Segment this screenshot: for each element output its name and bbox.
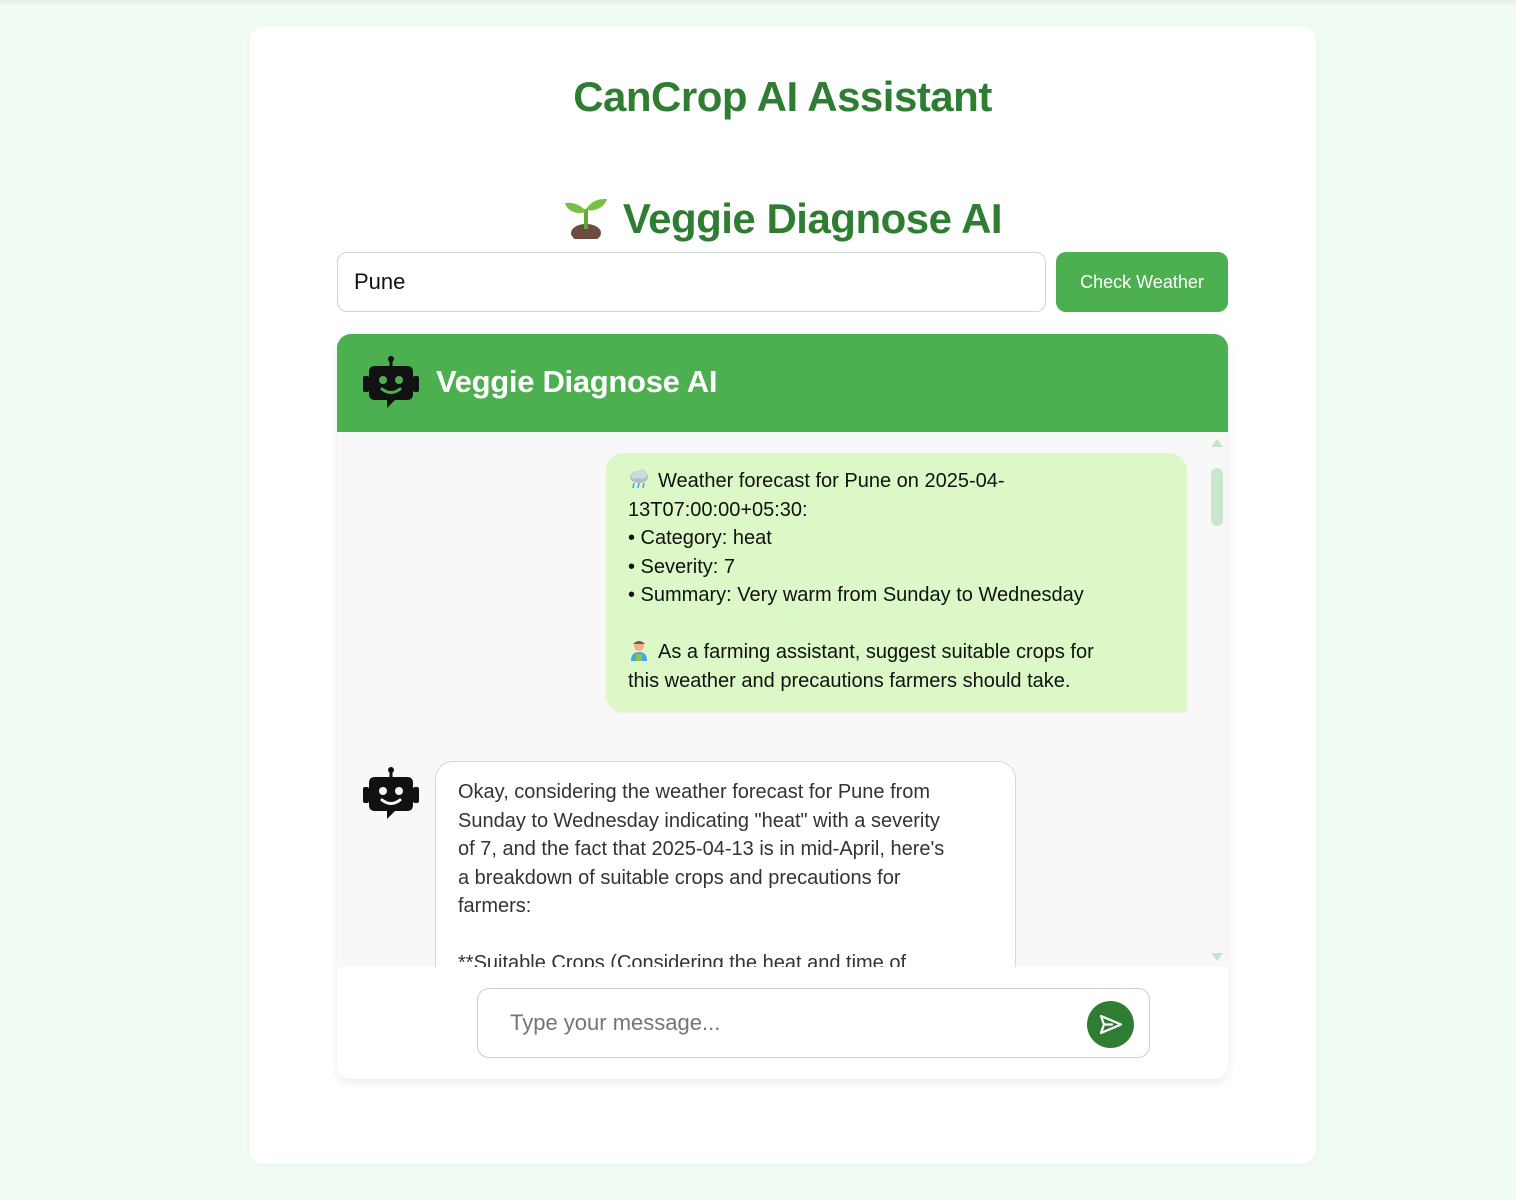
message-list[interactable]: Weather forecast for Pune on 2025-04- 13…: [337, 432, 1228, 967]
app-title: CanCrop AI Assistant: [573, 73, 992, 120]
message-input[interactable]: [496, 999, 1094, 1047]
bot-message: Okay, considering the weather forecast f…: [435, 761, 1016, 967]
scroll-up-arrow[interactable]: [1211, 439, 1223, 447]
send-icon: [1099, 1014, 1123, 1035]
chat-title: Veggie Diagnose AI: [436, 364, 718, 399]
city-input[interactable]: [337, 252, 1046, 312]
robot-icon: [363, 356, 419, 408]
robot-icon: [363, 767, 419, 819]
farmer-icon: [631, 641, 647, 661]
sprout-icon: [564, 199, 607, 239]
user-message-text-2: As a farming assistant, suggest suitable…: [628, 641, 1094, 692]
user-message: Weather forecast for Pune on 2025-04- 13…: [606, 453, 1187, 712]
chat-header: Veggie Diagnose AI: [337, 334, 1228, 432]
chat-panel: Veggie Diagnose AI Weather forecast for …: [337, 334, 1228, 1079]
page-subtitle: Veggie Diagnose AI: [249, 193, 1316, 243]
message-input-bar: [477, 988, 1150, 1058]
scroll-down-arrow[interactable]: [1211, 953, 1223, 961]
cloud-rain-icon: [630, 469, 648, 489]
top-shadow: [0, 0, 1516, 6]
subtitle-text: Veggie Diagnose AI: [622, 195, 1003, 242]
scrollbar-thumb[interactable]: [1211, 468, 1223, 526]
check-weather-button[interactable]: Check Weather: [1056, 252, 1228, 312]
send-button[interactable]: [1087, 1001, 1134, 1048]
user-message-text: Weather forecast for Pune on 2025-04- 13…: [628, 470, 1084, 606]
